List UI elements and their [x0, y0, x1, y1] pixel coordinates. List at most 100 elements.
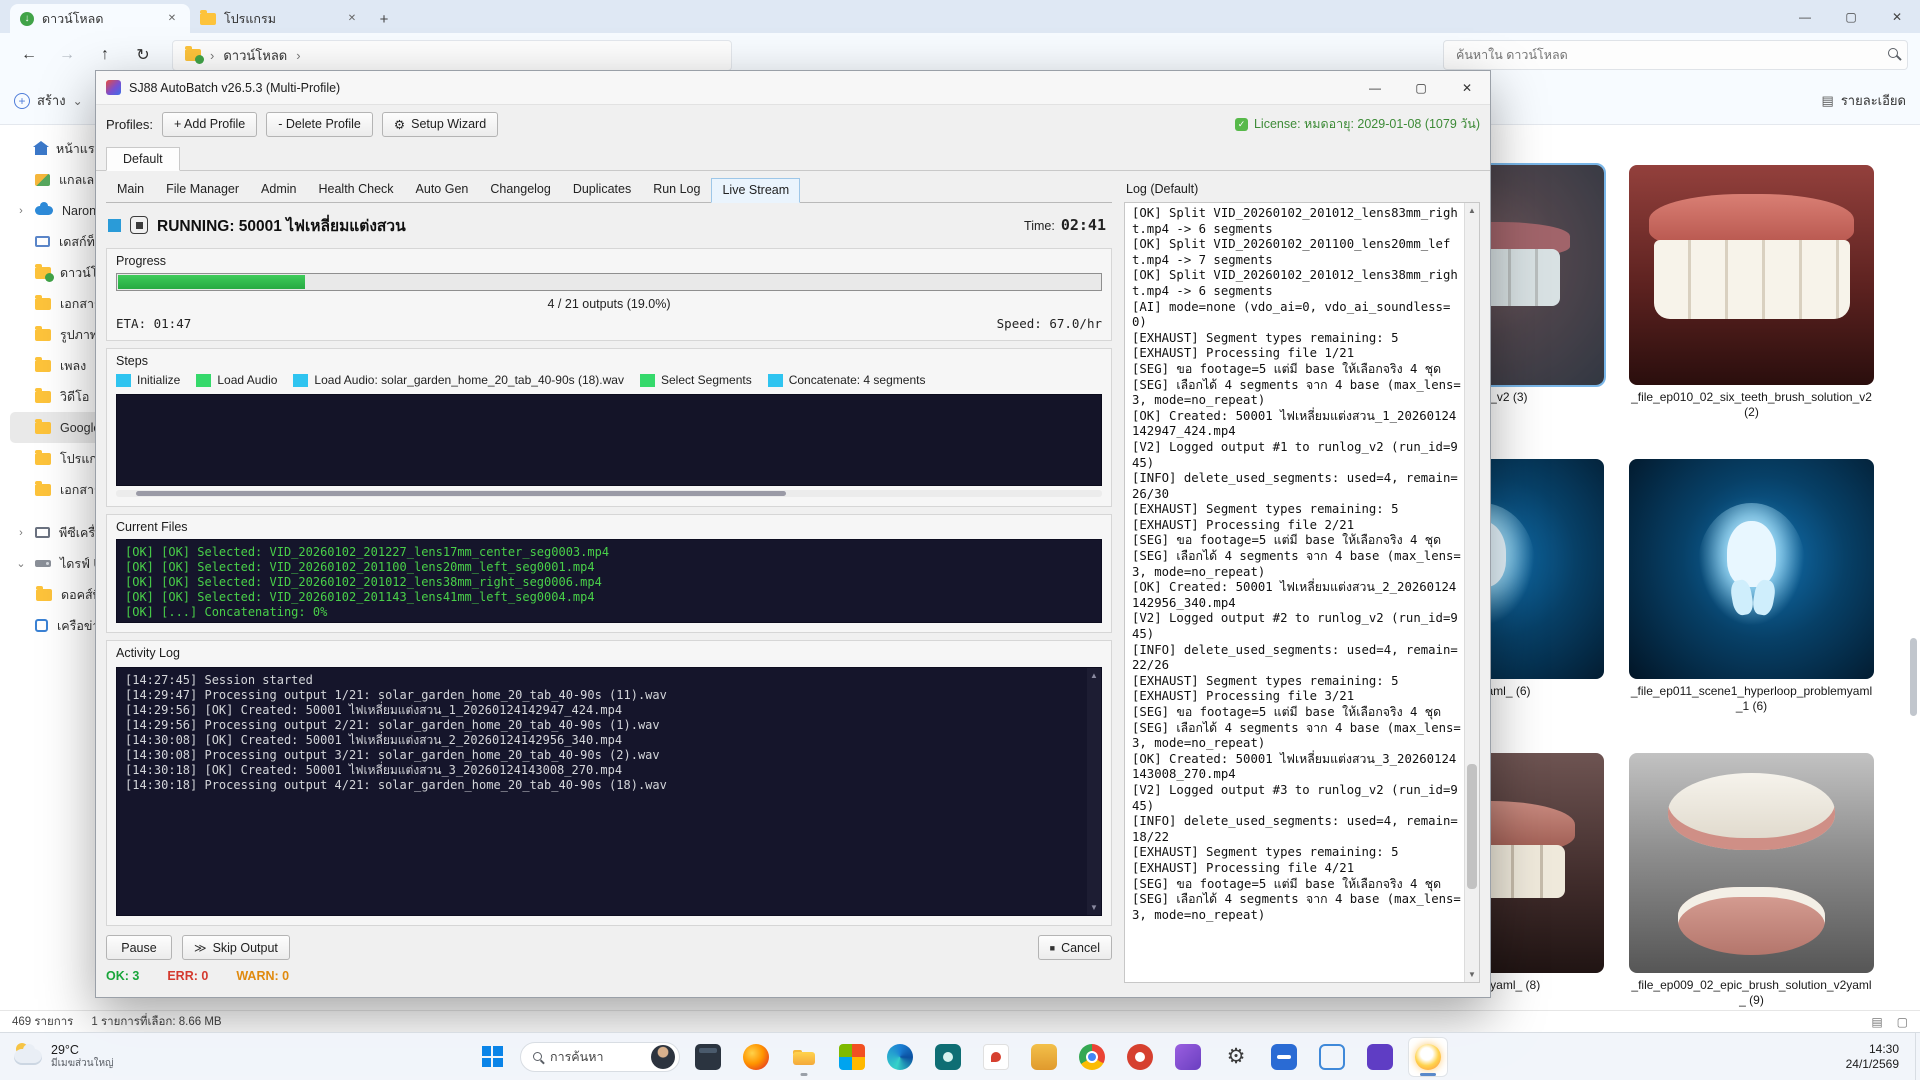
taskbar-app-autobatch[interactable] — [1408, 1036, 1448, 1077]
tab-main[interactable]: Main — [106, 177, 155, 202]
taskbar-app-gold[interactable] — [1024, 1037, 1064, 1077]
running-indicator — [1420, 1072, 1436, 1076]
purple-app-icon — [1175, 1043, 1201, 1070]
taskbar-app-purple[interactable] — [1168, 1037, 1208, 1077]
back-icon[interactable]: ← — [12, 39, 46, 71]
explorer-tab-downloads[interactable]: ↓ ดาวน์โหลด ✕ — [10, 4, 190, 33]
up-icon[interactable]: ↑ — [88, 39, 122, 71]
temperature: 29°C — [51, 1042, 79, 1057]
start-button[interactable] — [472, 1037, 512, 1077]
cloud-sun-icon — [14, 1042, 42, 1065]
breadcrumb-location[interactable]: ดาวน์โหลด — [223, 45, 287, 66]
wizard-label: Setup Wizard — [411, 117, 487, 131]
stop-icon — [130, 216, 148, 234]
taskbar-app-edge[interactable] — [880, 1037, 920, 1077]
forward-icon[interactable]: → — [50, 39, 84, 71]
folder-icon — [35, 325, 51, 341]
folder-icon — [35, 294, 51, 310]
explorer-scrollbar[interactable] — [1909, 135, 1918, 1002]
scrollbar-thumb[interactable] — [1910, 637, 1917, 716]
cancel-label: Cancel — [1061, 940, 1100, 955]
taskbar-search[interactable]: การค้นหา — [520, 1041, 680, 1072]
new-tab-button[interactable]: + — [370, 5, 398, 33]
step-color-swatch — [767, 373, 783, 387]
taskbar-app-file-explorer[interactable] — [784, 1037, 824, 1077]
chevron-right-icon[interactable]: › — [16, 205, 26, 217]
tab-live-stream[interactable]: Live Stream — [711, 178, 801, 203]
scroll-up-icon[interactable]: ▲ — [1090, 671, 1098, 680]
tab-file-manager[interactable]: File Manager — [155, 177, 250, 202]
grid-view-icon[interactable]: ▢ — [1897, 1015, 1908, 1029]
activity-log-scrollbar[interactable]: ▲ ▼ — [1087, 668, 1101, 915]
explorer-tab-programs[interactable]: โปรแกรม ✕ — [190, 4, 370, 33]
add-profile-button[interactable]: + Add Profile — [161, 111, 258, 137]
show-desktop-button[interactable] — [1915, 1033, 1920, 1080]
tab-auto-gen[interactable]: Auto Gen — [405, 177, 480, 202]
taskbar-app-red-circle[interactable] — [1120, 1037, 1160, 1077]
search-input[interactable] — [1443, 40, 1908, 70]
taskbar-app-violet[interactable] — [1360, 1037, 1400, 1077]
scrollbar-thumb[interactable] — [135, 491, 787, 496]
progress-section: Progress 4 / 21 outputs (19.0%) ETA: 01:… — [106, 248, 1112, 341]
time-label: Time: — [1024, 219, 1055, 233]
taskbar-app-acrobat[interactable] — [976, 1037, 1016, 1077]
scroll-up-icon[interactable]: ▲ — [1465, 206, 1479, 215]
breadcrumb[interactable]: › ดาวน์โหลด › — [172, 39, 732, 71]
taskbar-app-settings[interactable]: ⚙ — [1216, 1037, 1256, 1077]
taskbar-app-teal[interactable] — [928, 1037, 968, 1077]
list-view-icon[interactable]: ▤ — [1871, 1015, 1882, 1029]
avatar — [651, 1044, 675, 1069]
cancel-button[interactable]: ■ Cancel — [1037, 935, 1112, 960]
maximize-button[interactable]: ▢ — [1398, 71, 1444, 104]
scroll-down-icon[interactable]: ▼ — [1090, 903, 1098, 912]
tab-run-log[interactable]: Run Log — [642, 177, 711, 202]
delete-profile-button[interactable]: - Delete Profile — [266, 111, 373, 137]
scroll-down-icon[interactable]: ▼ — [1465, 970, 1479, 979]
window-controls: — ▢ ✕ — [1782, 0, 1920, 33]
steps-horizontal-scrollbar[interactable] — [116, 490, 1102, 497]
refresh-icon[interactable]: ↻ — [126, 39, 160, 71]
file-thumbnail[interactable]: _file_ep011_scene1_hyperloop_problemyaml… — [1629, 459, 1874, 714]
close-icon[interactable]: ✕ — [344, 13, 360, 24]
tab-health-check[interactable]: Health Check — [307, 177, 404, 202]
image-shape — [1727, 520, 1776, 587]
profile-tab-default[interactable]: Default — [106, 147, 180, 171]
setup-wizard-button[interactable]: ⚙ Setup Wizard — [381, 111, 499, 137]
skip-output-button[interactable]: ≫ Skip Output — [182, 935, 290, 960]
weather-widget[interactable]: 29°C มีเมฆส่วนใหญ่ — [0, 1042, 128, 1070]
tab-duplicates[interactable]: Duplicates — [562, 177, 642, 202]
app-icon — [106, 80, 121, 95]
status-color-swatch — [108, 218, 121, 232]
tab-admin[interactable]: Admin — [250, 177, 307, 202]
chevron-down-icon[interactable]: ⌄ — [16, 557, 26, 570]
outputs-text: 4 / 21 outputs (19.0%) — [547, 297, 671, 311]
step-label: Select Segments — [660, 373, 752, 387]
taskbar-app-blue[interactable] — [1264, 1037, 1304, 1077]
minimize-button[interactable]: — — [1352, 71, 1398, 104]
details-toggle[interactable]: ▤ รายละเอียด — [1822, 90, 1906, 111]
pause-button[interactable]: Pause — [106, 935, 172, 960]
scrollbar-thumb[interactable] — [1467, 763, 1477, 889]
file-thumbnail[interactable]: _file_ep009_02_epic_brush_solution_v2yam… — [1629, 753, 1874, 1008]
close-button[interactable]: ✕ — [1444, 71, 1490, 104]
taskbar-app-firefox[interactable] — [736, 1037, 776, 1077]
tab-changelog[interactable]: Changelog — [479, 177, 561, 202]
taskbar-app-dark-console[interactable] — [688, 1037, 728, 1077]
chevron-right-icon[interactable]: › — [16, 527, 26, 539]
chevron-right-icon: › — [210, 47, 215, 63]
maximize-button[interactable]: ▢ — [1828, 0, 1874, 33]
app-title-bar[interactable]: SJ88 AutoBatch v26.5.3 (Multi-Profile) —… — [96, 71, 1490, 105]
taskbar-app-chrome[interactable] — [1072, 1037, 1112, 1077]
taskbar-clock[interactable]: 14:30 24/1/2569 — [1846, 1042, 1915, 1072]
close-icon[interactable]: ✕ — [164, 13, 180, 24]
file-thumbnail[interactable]: _file_ep010_02_six_teeth_brush_solution_… — [1629, 165, 1874, 420]
taskbar-center: การค้นหา ⚙ — [472, 1033, 1448, 1080]
taskbar-app-microsoft-365[interactable] — [832, 1037, 872, 1077]
close-button[interactable]: ✕ — [1874, 0, 1920, 33]
log-scrollbar[interactable]: ▲ ▼ — [1464, 203, 1479, 982]
minimize-button[interactable]: — — [1782, 0, 1828, 33]
steps-label: Steps — [116, 354, 148, 368]
taskbar-app-frame[interactable] — [1312, 1037, 1352, 1077]
new-button[interactable]: + สร้าง ⌄ — [14, 90, 83, 111]
step-label: Load Audio — [217, 373, 278, 387]
